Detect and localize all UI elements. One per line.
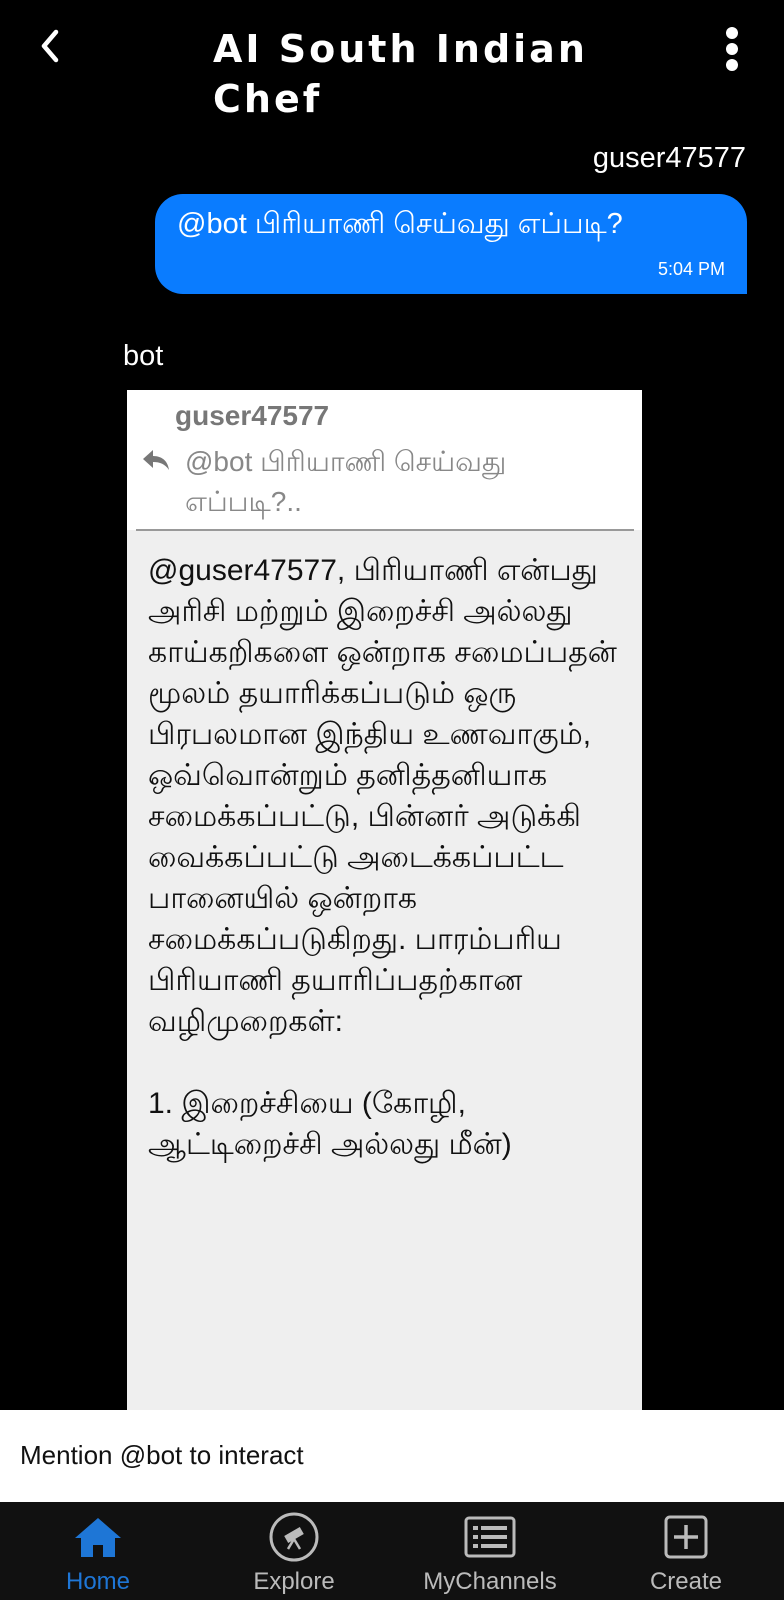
reply-quote[interactable]: guser47577 @bot பிரியாணி செய்வது எப்படி?… — [127, 390, 642, 531]
back-button[interactable] — [30, 26, 70, 66]
explore-icon — [269, 1512, 319, 1562]
add-box-icon — [664, 1515, 708, 1559]
nav-home-label: Home — [65, 1568, 131, 1595]
home-icon — [75, 1518, 121, 1557]
bottom-navigation: Home Explore MyChannels Create — [0, 1502, 784, 1600]
nav-create-label: Create — [649, 1568, 723, 1595]
nav-create[interactable]: Create — [588, 1502, 784, 1600]
nav-home[interactable]: Home — [0, 1502, 196, 1600]
nav-mychannels-label: MyChannels — [423, 1568, 557, 1595]
reply-arrow-icon — [143, 450, 169, 470]
reply-quote-text: @bot பிரியாணி செய்வது எப்படி?.. — [185, 446, 507, 517]
user-message-bubble[interactable]: @bot பிரியாணி செய்வது எப்படி? 5:04 PM — [155, 194, 747, 294]
reply-quote-user: guser47577 — [175, 400, 330, 431]
message-timestamp: 5:04 PM — [657, 259, 725, 279]
channel-title: AI South Indian Chef — [213, 27, 588, 121]
bot-sender-name: bot — [123, 340, 164, 372]
nav-explore-label: Explore — [253, 1568, 335, 1595]
user-sender-name: guser47577 — [592, 142, 746, 174]
more-vertical-icon — [726, 27, 738, 71]
chevron-left-icon — [41, 29, 59, 63]
nav-mychannels[interactable]: MyChannels — [392, 1502, 588, 1600]
divider — [136, 529, 634, 531]
overflow-menu-button[interactable] — [712, 24, 752, 74]
top-app-bar: AI South Indian Chef — [0, 0, 784, 140]
bot-message-text: @guser47577, பிரியாணி என்பது அரிசி மற்று… — [148, 554, 617, 1161]
channels-icon — [464, 1516, 516, 1558]
nav-explore[interactable]: Explore — [196, 1502, 392, 1600]
user-message-text: @bot பிரியாணி செய்வது எப்படி? — [177, 208, 623, 240]
mention-hint-text[interactable]: Mention @bot to interact — [20, 1440, 304, 1471]
message-input-bar[interactable]: Mention @bot to interact — [0, 1410, 784, 1502]
bot-message-card[interactable]: guser47577 @bot பிரியாணி செய்வது எப்படி?… — [127, 390, 642, 1410]
